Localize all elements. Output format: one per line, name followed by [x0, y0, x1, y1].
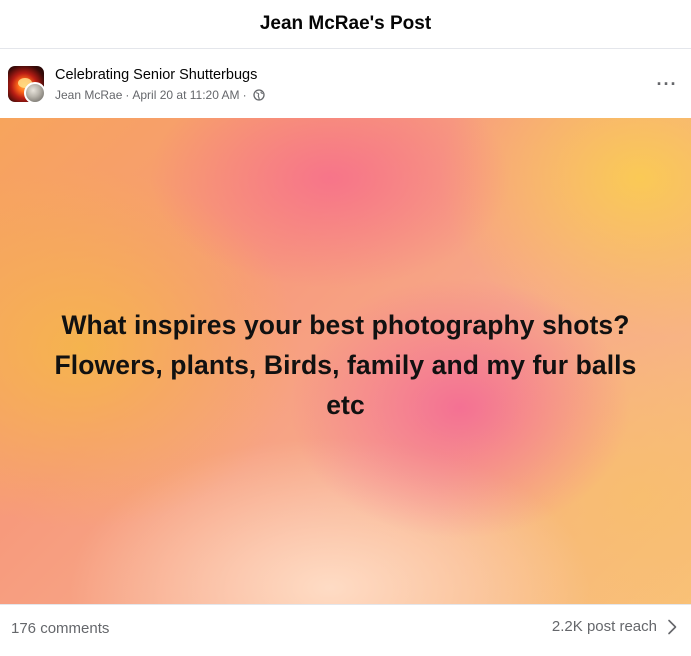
post-header: Celebrating Senior Shutterbugs Jean McRa…	[8, 66, 683, 106]
post-meta: Jean McRae · April 20 at 11:20 AM ·	[55, 88, 265, 102]
more-options-icon: ···	[656, 74, 678, 94]
footer-divider	[0, 604, 691, 605]
post-text-line: Flowers, plants, Birds, family and my fu…	[54, 350, 637, 380]
meta-separator: ·	[242, 88, 247, 102]
post-timestamp[interactable]: April 20 at 11:20 AM	[132, 88, 239, 102]
post-text-line: etc	[326, 390, 365, 420]
chevron-right-icon	[667, 619, 677, 635]
post-modal: Jean McRae's Post Celebrating Senior Shu…	[0, 0, 691, 656]
more-options-button[interactable]: ···	[651, 72, 683, 96]
globe-icon	[252, 89, 265, 101]
post-reach-link[interactable]: 2.2K post reach	[552, 618, 677, 635]
meta-separator: ·	[125, 88, 130, 102]
author-avatar[interactable]	[24, 82, 46, 104]
modal-title: Jean McRae's Post	[259, 13, 432, 34]
post-reach-label: 2.2K post reach	[551, 618, 657, 635]
group-name-link[interactable]: Celebrating Senior Shutterbugs	[55, 67, 257, 83]
author-name-link[interactable]: Jean McRae	[55, 88, 122, 102]
post-text: What inspires your best photography shot…	[0, 305, 691, 425]
post-background-card: What inspires your best photography shot…	[0, 118, 691, 604]
header-divider	[0, 48, 691, 49]
comments-count-link[interactable]: 176 comments	[11, 620, 109, 637]
post-text-line: What inspires your best photography shot…	[61, 310, 630, 340]
